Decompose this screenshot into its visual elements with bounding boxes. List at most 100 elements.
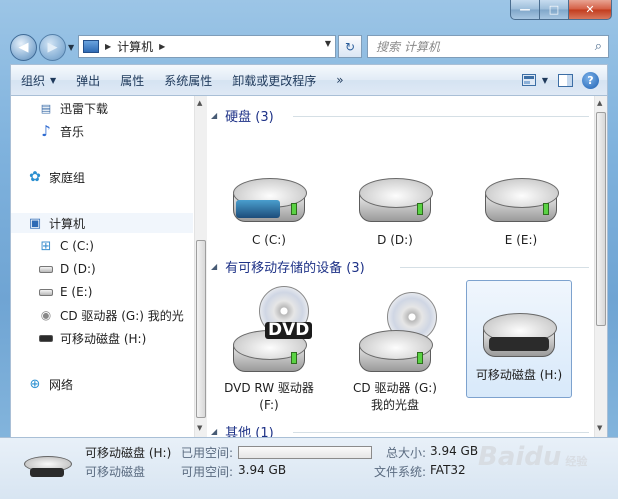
sidebar-item-label: 音乐 <box>60 124 85 139</box>
organize-menu[interactable]: 组织 ▼ <box>11 69 66 91</box>
preview-pane-button[interactable] <box>554 69 576 91</box>
drive-tile-removable-h[interactable]: 可移动磁盘 (H:) <box>466 280 572 398</box>
forward-button[interactable]: ▶ <box>39 34 66 61</box>
help-icon: ? <box>587 73 594 87</box>
cd-drive-icon: ◉ <box>40 308 52 322</box>
eject-button[interactable]: 弹出 <box>66 69 110 91</box>
dvd-drive-icon: DVD <box>231 286 313 376</box>
drive-label-line2: 我的光盘 <box>370 398 419 412</box>
back-arrow-icon: ◀ <box>18 40 29 55</box>
explorer-window: — □ ✕ ◀ ▶ ▼ ▶ 计算机 ▶ ▼ ↻ ⌕ 组织 ▼ 弹出 属性 系统属性… <box>0 0 618 499</box>
sidebar-item-music[interactable]: ♪ 音乐 <box>38 121 84 141</box>
drive-shape <box>39 334 53 342</box>
scroll-down-icon[interactable]: ▼ <box>597 424 602 432</box>
more-commands-button[interactable]: » <box>326 69 353 91</box>
content-scrollbar[interactable]: ▲ ▼ <box>594 96 607 437</box>
scroll-up-icon[interactable]: ▲ <box>597 99 602 107</box>
uninstall-program-button[interactable]: 卸载或更改程序 <box>222 69 326 91</box>
total-size-label: 总大小: <box>386 446 427 460</box>
scroll-down-icon[interactable]: ▼ <box>197 424 202 432</box>
drive-label-line1: CD 驱动器 (G:) <box>353 381 437 395</box>
chevron-down-icon: ▼ <box>50 75 57 85</box>
drive-icon <box>357 176 433 228</box>
close-button[interactable]: ✕ <box>569 0 612 20</box>
sidebar-item-label: D (D:) <box>60 262 96 276</box>
system-properties-button[interactable]: 系统属性 <box>154 69 222 91</box>
group-divider <box>293 432 589 433</box>
group-title: 硬盘 (3) <box>225 110 274 125</box>
group-header-other[interactable]: ◢ 其他 (1) <box>211 422 274 437</box>
drive-label: E (E:) <box>504 233 538 247</box>
properties-button[interactable]: 属性 <box>110 69 154 91</box>
navigation-scrollbar[interactable]: ▲ ▼ <box>194 96 207 437</box>
homegroup-icon: ✿ <box>29 169 41 185</box>
command-bar: 组织 ▼ 弹出 属性 系统属性 卸载或更改程序 » ▼ ? <box>10 64 608 96</box>
drive-shape <box>39 265 53 273</box>
drive-tile-cd-g[interactable]: CD 驱动器 (G:) 我的光盘 <box>342 286 448 414</box>
sidebar-item-network[interactable]: ⊕ 网络 <box>27 374 73 394</box>
sidebar-item-cd-drive-g[interactable]: ◉ CD 驱动器 (G:) 我的光 <box>38 305 184 325</box>
group-header-hard-disks[interactable]: ◢ 硬盘 (3) <box>211 106 274 125</box>
sidebar-item-drive-c[interactable]: ⊞ C (C:) <box>38 236 94 256</box>
address-bar[interactable]: ▶ 计算机 ▶ ▼ <box>78 35 336 58</box>
refresh-icon: ↻ <box>344 39 356 54</box>
group-title: 有可移动存储的设备 (3) <box>225 261 365 276</box>
sidebar-item-drive-d[interactable]: D (D:) <box>38 259 96 279</box>
breadcrumb-separator[interactable]: ▶ <box>105 42 111 51</box>
scroll-up-icon[interactable]: ▲ <box>197 99 202 107</box>
windows-drive-icon <box>231 176 307 228</box>
drive-tile-dvd-rw-f[interactable]: DVD DVD RW 驱动器 (F:) <box>216 286 322 414</box>
free-space-label: 可用空间: <box>181 465 234 479</box>
help-button[interactable]: ? <box>582 71 599 89</box>
address-dropdown-button[interactable]: ▼ <box>325 39 331 48</box>
sidebar-item-computer[interactable]: ▣ 计算机 <box>11 213 193 233</box>
sidebar-item-homegroup[interactable]: ✿ 家庭组 <box>27 167 85 187</box>
sidebar-item-label: 迅雷下载 <box>60 101 109 116</box>
drive-led <box>417 203 423 215</box>
back-button[interactable]: ◀ <box>10 34 37 61</box>
drive-led <box>417 352 423 364</box>
maximize-button[interactable]: □ <box>540 0 569 20</box>
sidebar-item-label: CD 驱动器 (G:) 我的光 <box>60 308 184 323</box>
breadcrumb-computer[interactable]: 计算机 <box>117 38 153 55</box>
drive-led <box>291 203 297 215</box>
change-view-button[interactable] <box>518 69 540 91</box>
drive-tile-e[interactable]: E (E:) <box>468 176 574 249</box>
search-input[interactable] <box>374 38 578 55</box>
total-size-value: 3.94 GB <box>430 444 479 458</box>
drive-icon <box>38 285 54 299</box>
selected-item-name: 可移动磁盘 (H:) <box>85 446 172 460</box>
refresh-button[interactable]: ↻ <box>338 35 362 58</box>
minimize-button[interactable]: — <box>510 0 540 20</box>
cd-drive-icon <box>357 286 437 376</box>
view-icon <box>521 74 536 86</box>
breadcrumb-separator[interactable]: ▶ <box>159 42 165 51</box>
used-space-label: 已用空间: <box>181 446 234 460</box>
view-options-dropdown[interactable]: ▼ <box>542 76 548 85</box>
sidebar-item-label: 网络 <box>49 377 74 392</box>
music-icon: ♪ <box>41 122 51 140</box>
search-icon[interactable]: ⌕ <box>595 39 602 54</box>
collapse-icon: ◢ <box>211 262 218 271</box>
search-box[interactable]: ⌕ <box>367 35 609 58</box>
navigation-buttons: ◀ ▶ ▼ <box>10 34 74 61</box>
scrollbar-thumb[interactable] <box>596 112 606 326</box>
document-icon: ▤ <box>40 101 52 115</box>
collapse-icon: ◢ <box>211 427 218 436</box>
group-title: 其他 (1) <box>225 426 274 437</box>
drive-label: C (C:) <box>252 233 286 247</box>
scrollbar-thumb[interactable] <box>196 240 206 418</box>
computer-icon: ▣ <box>28 215 42 231</box>
sidebar-item-drive-e[interactable]: E (E:) <box>38 282 92 302</box>
explorer-body: ▤ 迅雷下载 ♪ 音乐 ✿ 家庭组 ▣ 计算机 ⊞ C (C:) D (D:) E (E:… <box>10 96 608 437</box>
sidebar-item-removable-h[interactable]: 可移动磁盘 (H:) <box>38 328 146 348</box>
sidebar-item-label: 计算机 <box>49 216 86 231</box>
drive-tile-c[interactable]: C (C:) <box>216 176 322 249</box>
free-space-value: 3.94 GB <box>238 463 287 477</box>
recent-pages-dropdown[interactable]: ▼ <box>68 43 74 52</box>
sidebar-item-xunlei-downloads[interactable]: ▤ 迅雷下载 <box>38 98 108 118</box>
content-area: ◢ 硬盘 (3) C (C:) D (D:) E (E:) ◢ 有可移动存储的设… <box>208 96 594 437</box>
drive-tile-d[interactable]: D (D:) <box>342 176 448 249</box>
caption-buttons: — □ ✕ <box>510 0 612 20</box>
group-header-removable-storage[interactable]: ◢ 有可移动存储的设备 (3) <box>211 257 365 276</box>
